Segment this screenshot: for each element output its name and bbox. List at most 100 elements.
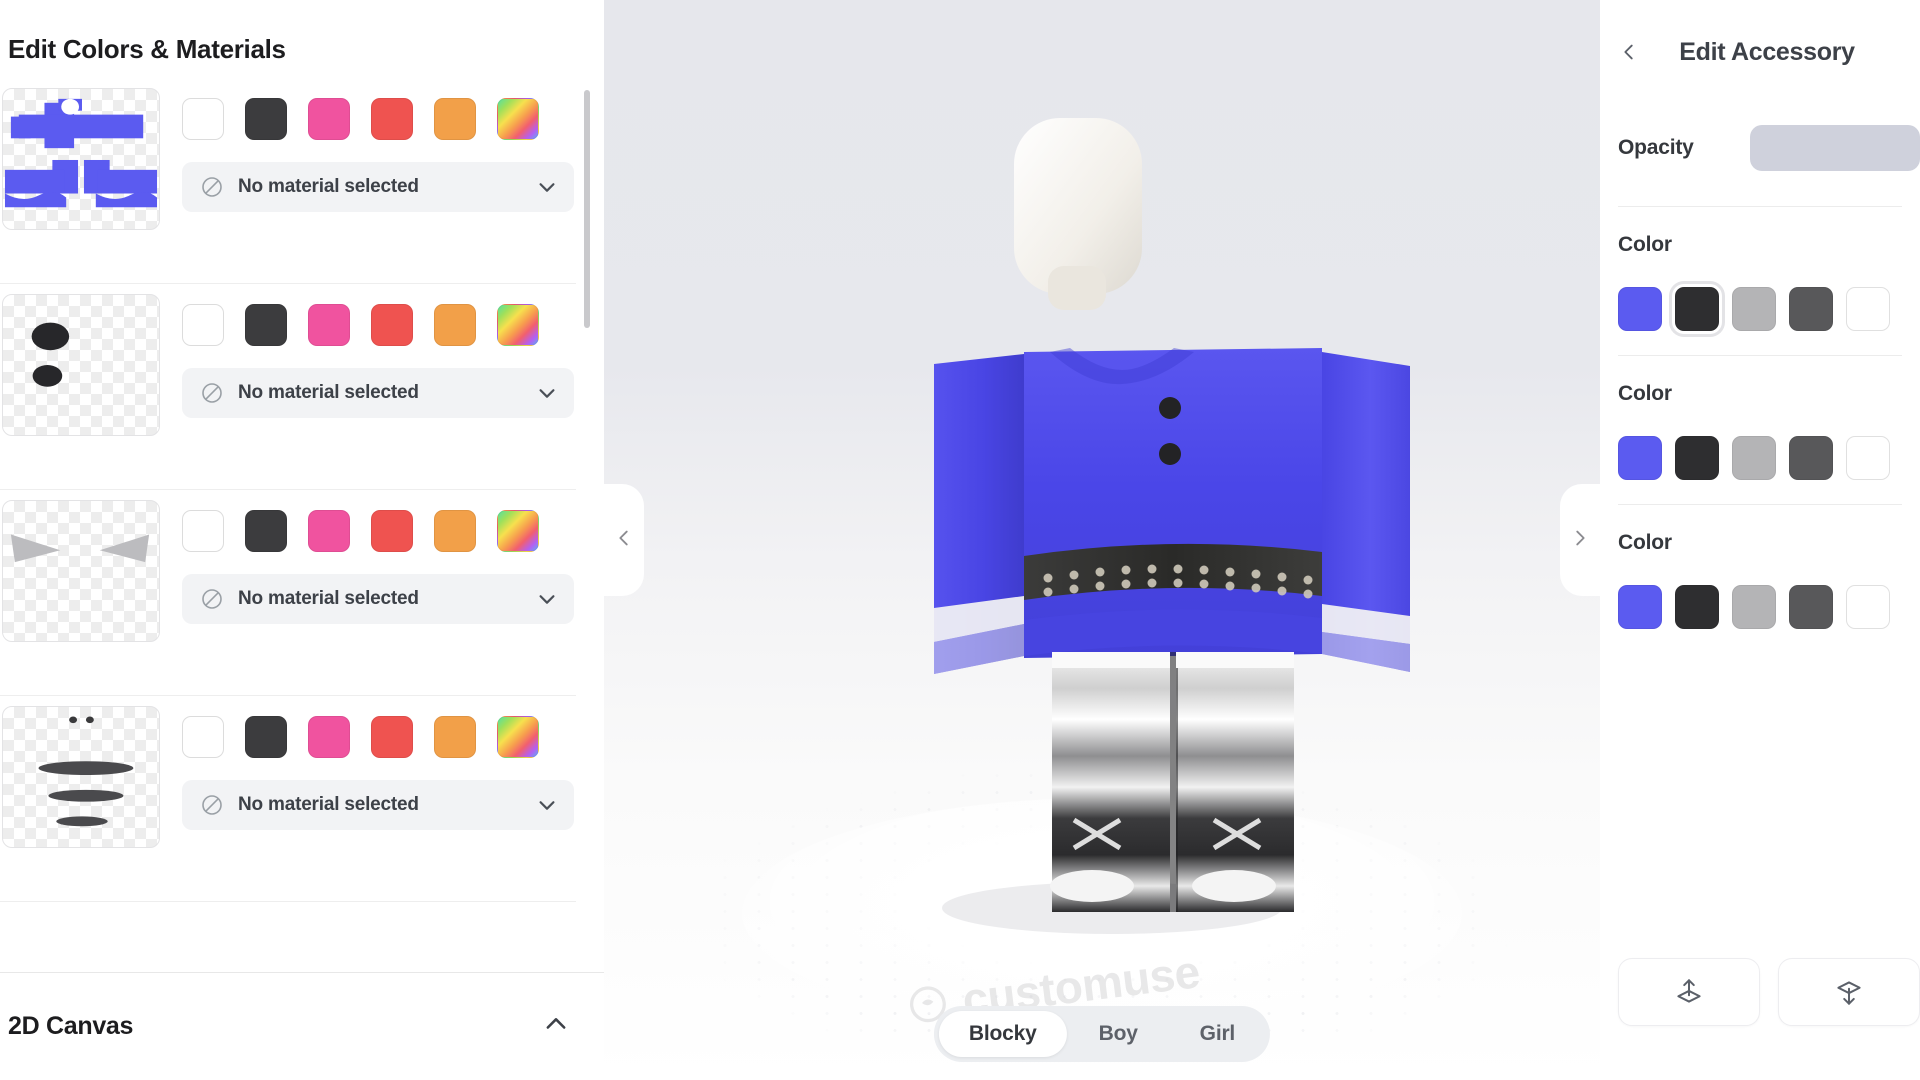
swatch-white[interactable] — [182, 716, 224, 758]
layer-row: No material selected — [0, 284, 576, 490]
swatch-dark[interactable] — [245, 716, 287, 758]
material-dropdown[interactable]: No material selected — [182, 574, 574, 624]
accessory-swatch-blue[interactable] — [1618, 287, 1662, 331]
upload-icon — [1677, 979, 1701, 1003]
accessory-swatch-white[interactable] — [1846, 585, 1890, 629]
color-group-3: Color — [1600, 505, 1920, 639]
no-material-icon — [200, 381, 224, 405]
material-dropdown-label: No material selected — [238, 176, 419, 197]
accessory-swatch-dark-grey[interactable] — [1789, 585, 1833, 629]
chevron-left-icon — [613, 527, 635, 554]
chevron-down-icon — [536, 588, 558, 610]
accessory-swatch-black[interactable] — [1675, 436, 1719, 480]
no-material-icon — [200, 587, 224, 611]
chevron-up-icon[interactable] — [542, 1010, 570, 1043]
color-group-2: Color — [1600, 356, 1920, 490]
swatch-custom-rainbow[interactable] — [497, 716, 539, 758]
accessory-swatch-light-grey[interactable] — [1732, 287, 1776, 331]
body-type-blocky[interactable]: Blocky — [938, 1011, 1067, 1057]
swatch-orange[interactable] — [434, 510, 476, 552]
accessory-swatch-dark-grey[interactable] — [1789, 436, 1833, 480]
swatch-pink[interactable] — [308, 98, 350, 140]
color-swatch-row — [182, 510, 576, 552]
next-item-button[interactable] — [1560, 484, 1600, 596]
opacity-slider[interactable] — [1749, 125, 1920, 171]
shirt-template-thumbnail[interactable] — [2, 88, 160, 230]
swatch-custom-rainbow[interactable] — [497, 98, 539, 140]
accessory-swatch-blue[interactable] — [1618, 585, 1662, 629]
swatch-red[interactable] — [371, 716, 413, 758]
accessory-swatch-light-grey[interactable] — [1732, 436, 1776, 480]
canvas-section-header[interactable]: 2D Canvas — [0, 972, 604, 1080]
swatch-orange[interactable] — [434, 716, 476, 758]
upload-button[interactable] — [1618, 958, 1760, 1026]
swatch-red[interactable] — [371, 510, 413, 552]
accessory-panel-title: Edit Accessory — [1679, 37, 1855, 66]
accessory-swatch-black[interactable] — [1675, 287, 1719, 331]
layer-list: No material selected No material selecte… — [0, 78, 604, 972]
swatch-dark[interactable] — [245, 304, 287, 346]
scrollbar-thumb[interactable] — [584, 90, 590, 328]
swatch-pink[interactable] — [308, 716, 350, 758]
canvas-section-title: 2D Canvas — [8, 1012, 134, 1040]
two-triangles-thumbnail[interactable] — [2, 500, 160, 642]
no-material-icon — [200, 793, 224, 817]
accessory-swatch-white[interactable] — [1846, 287, 1890, 331]
chevron-down-icon — [536, 176, 558, 198]
accessory-swatch-light-grey[interactable] — [1732, 585, 1776, 629]
layer-row: No material selected — [0, 490, 576, 696]
chevron-right-icon — [1569, 527, 1591, 554]
accessory-swatch-black[interactable] — [1675, 585, 1719, 629]
swatch-pink[interactable] — [308, 304, 350, 346]
accessory-panel-header: Edit Accessory — [1600, 0, 1920, 104]
swatch-custom-rainbow[interactable] — [497, 510, 539, 552]
color-swatch-row — [182, 98, 576, 140]
accessory-swatch-white[interactable] — [1846, 436, 1890, 480]
material-dropdown-label: No material selected — [238, 588, 419, 609]
material-dropdown-label: No material selected — [238, 794, 419, 815]
back-button[interactable] — [1614, 37, 1644, 67]
material-dropdown[interactable]: No material selected — [182, 780, 574, 830]
layer-controls: No material selected — [160, 294, 576, 418]
layer-controls: No material selected — [160, 706, 576, 830]
swatch-white[interactable] — [182, 510, 224, 552]
layer-list-scrollbar[interactable] — [584, 86, 590, 964]
face-mouth-thumbnail[interactable] — [2, 706, 160, 848]
material-dropdown[interactable]: No material selected — [182, 368, 574, 418]
swatch-dark[interactable] — [245, 510, 287, 552]
avatar-3d-model[interactable] — [762, 96, 1442, 976]
accessory-action-buttons — [1600, 958, 1920, 1026]
body-type-toggle: Blocky Boy Girl — [933, 1006, 1271, 1062]
opacity-label: Opacity — [1618, 136, 1694, 159]
accessory-swatch-blue[interactable] — [1618, 436, 1662, 480]
swatch-red[interactable] — [371, 304, 413, 346]
swatch-orange[interactable] — [434, 98, 476, 140]
layer-controls: No material selected — [160, 88, 576, 212]
swatch-dark[interactable] — [245, 98, 287, 140]
material-dropdown-label: No material selected — [238, 382, 419, 403]
accessory-swatch-dark-grey[interactable] — [1789, 287, 1833, 331]
material-dropdown[interactable]: No material selected — [182, 162, 574, 212]
swatch-orange[interactable] — [434, 304, 476, 346]
swatch-custom-rainbow[interactable] — [497, 304, 539, 346]
color-group-1: Color — [1600, 207, 1920, 341]
body-type-boy[interactable]: Boy — [1069, 1011, 1168, 1057]
swatch-white[interactable] — [182, 98, 224, 140]
two-dots-thumbnail[interactable] — [2, 294, 160, 436]
colors-materials-panel: Edit Colors & Materials No material sele… — [0, 0, 604, 1080]
no-material-icon — [200, 175, 224, 199]
swatch-white[interactable] — [182, 304, 224, 346]
previous-item-button[interactable] — [604, 484, 644, 596]
color-group-label: Color — [1618, 233, 1672, 256]
body-type-girl[interactable]: Girl — [1170, 1011, 1265, 1057]
layer-row: No material selected — [0, 78, 576, 284]
download-icon — [1837, 981, 1861, 1005]
color-group-label: Color — [1618, 382, 1672, 405]
layer-controls: No material selected — [160, 500, 576, 624]
chevron-down-icon — [536, 382, 558, 404]
swatch-red[interactable] — [371, 98, 413, 140]
swatch-pink[interactable] — [308, 510, 350, 552]
download-button[interactable] — [1778, 958, 1920, 1026]
chevron-down-icon — [536, 794, 558, 816]
avatar-3d-viewport[interactable]: customuse Blocky Boy Girl — [604, 0, 1600, 1080]
